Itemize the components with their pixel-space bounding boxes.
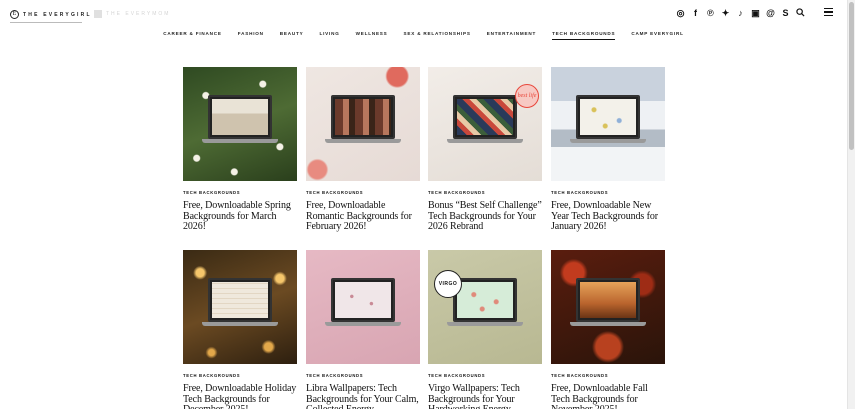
nav-camp-everygirl[interactable]: CAMP EVERYGIRL: [623, 31, 691, 41]
youtube-icon[interactable]: ▣: [751, 8, 760, 18]
article-title[interactable]: Free, Downloadable Romantic Backgrounds …: [306, 200, 420, 233]
article-thumbnail[interactable]: [551, 67, 665, 181]
article-title[interactable]: Free, Downloadable Fall Tech Backgrounds…: [551, 383, 665, 409]
pinterest-icon[interactable]: ℗: [706, 8, 715, 18]
shop-icon[interactable]: S: [781, 8, 790, 18]
article-card[interactable]: TECH BACKGROUNDS Free, Downloadable New …: [551, 67, 665, 233]
nav-sex-relationships[interactable]: SEX & RELATIONSHIPS: [396, 31, 479, 41]
article-thumbnail[interactable]: [551, 250, 665, 364]
laptop-mockup: [202, 278, 278, 326]
article-title[interactable]: Free, Downloadable Spring Backgrounds fo…: [183, 200, 297, 233]
facebook-icon[interactable]: f: [691, 8, 700, 18]
article-category[interactable]: TECH BACKGROUNDS: [183, 373, 297, 378]
article-thumbnail[interactable]: [183, 250, 297, 364]
site-header: E THE EVERYGIRL THE EVERYMOM ◎ f ℗ ✦ ♪ ▣…: [0, 0, 847, 46]
secondary-logo-mark: [94, 10, 102, 18]
virgo-badge: VIRGO: [434, 270, 462, 298]
nav-beauty[interactable]: BEAUTY: [272, 31, 312, 41]
instagram-icon[interactable]: ◎: [676, 8, 685, 18]
logo-underline: [10, 22, 82, 23]
tiktok-icon[interactable]: ♪: [736, 8, 745, 18]
threads-icon[interactable]: @: [766, 8, 775, 18]
article-thumbnail[interactable]: best life: [428, 67, 542, 181]
laptop-mockup: [570, 95, 646, 143]
nav-entertainment[interactable]: ENTERTAINMENT: [479, 31, 544, 41]
scrollbar-thumb[interactable]: [849, 2, 854, 150]
article-title[interactable]: Bonus “Best Self Challenge” Tech Backgro…: [428, 200, 542, 233]
article-thumbnail[interactable]: [183, 67, 297, 181]
laptop-mockup: [325, 278, 401, 326]
article-category[interactable]: TECH BACKGROUNDS: [183, 190, 297, 195]
article-category[interactable]: TECH BACKGROUNDS: [428, 190, 542, 195]
nav-tech-backgrounds[interactable]: TECH BACKGROUNDS: [544, 31, 623, 41]
article-card[interactable]: VIRGO TECH BACKGROUNDS Virgo Wallpapers:…: [428, 250, 542, 409]
nav-living[interactable]: LIVING: [311, 31, 347, 41]
laptop-mockup: [325, 95, 401, 143]
nav-wellness[interactable]: WELLNESS: [348, 31, 396, 41]
article-thumbnail[interactable]: [306, 67, 420, 181]
article-card[interactable]: TECH BACKGROUNDS Free, Downloadable Holi…: [183, 250, 297, 409]
social-icons: ◎ f ℗ ✦ ♪ ▣ @ S: [676, 8, 805, 18]
article-title[interactable]: Virgo Wallpapers: Tech Backgrounds for Y…: [428, 383, 542, 409]
article-card[interactable]: TECH BACKGROUNDS Libra Wallpapers: Tech …: [306, 250, 420, 409]
article-card[interactable]: best life TECH BACKGROUNDS Bonus “Best S…: [428, 67, 542, 233]
hamburger-menu-icon[interactable]: [824, 8, 833, 18]
article-title[interactable]: Free, Downloadable Holiday Tech Backgrou…: [183, 383, 297, 409]
article-thumbnail[interactable]: VIRGO: [428, 250, 542, 364]
article-category[interactable]: TECH BACKGROUNDS: [551, 373, 665, 378]
article-category[interactable]: TECH BACKGROUNDS: [428, 373, 542, 378]
secondary-logo[interactable]: THE EVERYMOM: [94, 10, 170, 18]
article-thumbnail[interactable]: [306, 250, 420, 364]
article-title[interactable]: Libra Wallpapers: Tech Backgrounds for Y…: [306, 383, 420, 409]
logo-mark: E: [10, 10, 19, 19]
site-logo[interactable]: E THE EVERYGIRL: [10, 10, 92, 23]
nav-career-finance[interactable]: CAREER & FINANCE: [155, 31, 229, 41]
laptop-mockup: [202, 95, 278, 143]
laptop-mockup: [447, 95, 523, 143]
article-title[interactable]: Free, Downloadable New Year Tech Backgro…: [551, 200, 665, 233]
article-card[interactable]: TECH BACKGROUNDS Free, Downloadable Roma…: [306, 67, 420, 233]
article-card[interactable]: TECH BACKGROUNDS Free, Downloadable Fall…: [551, 250, 665, 409]
laptop-mockup: [570, 278, 646, 326]
article-category[interactable]: TECH BACKGROUNDS: [551, 190, 665, 195]
nav-fashion[interactable]: FASHION: [230, 31, 272, 41]
logo-text: THE EVERYGIRL: [23, 11, 92, 18]
article-card[interactable]: TECH BACKGROUNDS Free, Downloadable Spri…: [183, 67, 297, 233]
page-scrollbar[interactable]: [847, 0, 855, 409]
secondary-logo-text: THE EVERYMOM: [106, 11, 171, 17]
twitter-icon[interactable]: ✦: [721, 8, 730, 18]
main-nav: CAREER & FINANCE FASHION BEAUTY LIVING W…: [0, 31, 847, 41]
article-category[interactable]: TECH BACKGROUNDS: [306, 373, 420, 378]
article-category[interactable]: TECH BACKGROUNDS: [306, 190, 420, 195]
search-icon[interactable]: [796, 8, 805, 18]
best-life-badge: best life: [515, 84, 539, 108]
